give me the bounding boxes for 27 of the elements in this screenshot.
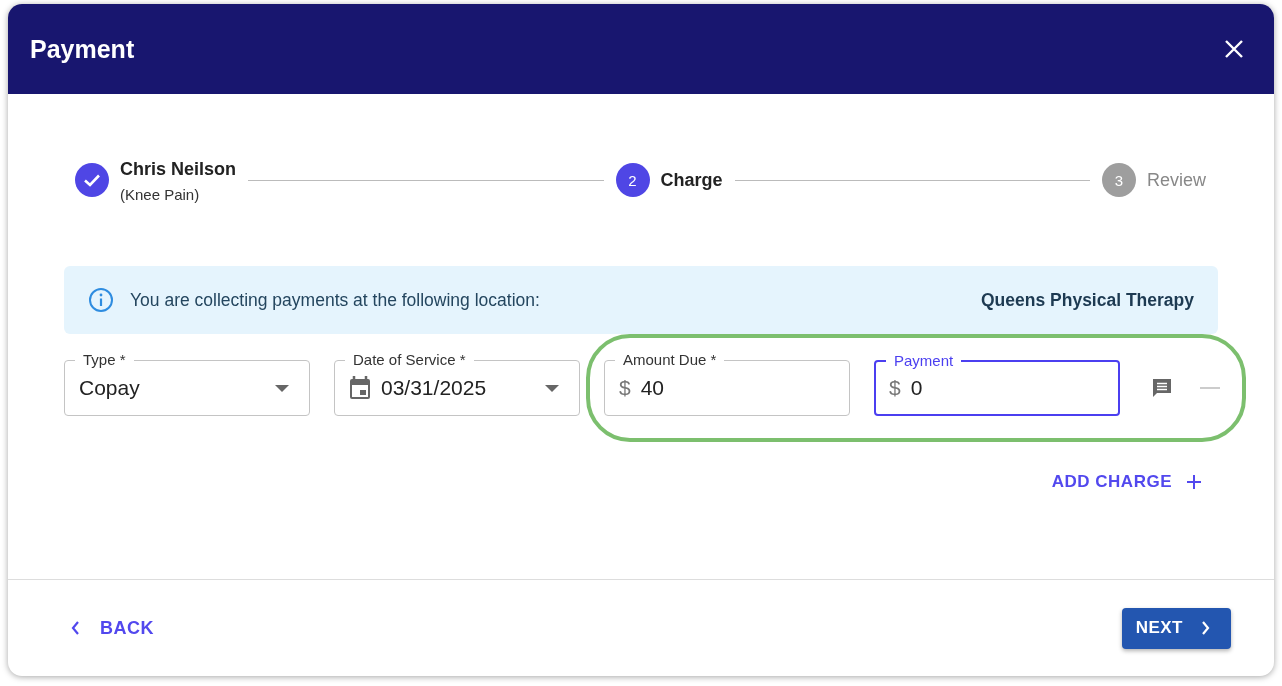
step-number: 3 [1102, 163, 1136, 197]
field-value: Copay [79, 376, 141, 400]
field-value: 03/31/2025 [381, 376, 488, 400]
step-number: 2 [615, 163, 650, 197]
add-charge-button[interactable]: ADD CHARGE [1051, 472, 1202, 492]
location-name: Queens Physical Therapy [981, 289, 1194, 311]
plus-icon [1186, 474, 1202, 490]
currency-symbol: $ [889, 376, 901, 400]
back-button[interactable]: BACK [64, 616, 160, 640]
chevron-right-icon [1201, 621, 1211, 635]
step-label: Review [1147, 169, 1206, 191]
next-button[interactable]: NEXT [1121, 607, 1231, 649]
close-icon[interactable] [1224, 39, 1244, 59]
comment-icon[interactable] [1150, 376, 1174, 400]
step-sublabel: (Knee Pain) [120, 186, 201, 203]
currency-symbol: $ [619, 376, 631, 400]
info-message: You are collecting payments at the following location: [130, 289, 541, 311]
step-label: Chris Neilson [120, 159, 237, 180]
info-icon [88, 287, 114, 313]
caret-icon[interactable] [545, 384, 559, 392]
calendar-icon [349, 376, 371, 400]
dialog-title: Payment [30, 34, 135, 64]
caret-icon[interactable] [275, 384, 289, 392]
field-value: 40 [640, 376, 666, 400]
chevron-left-icon [70, 621, 80, 635]
step-label: Charge [660, 169, 723, 191]
field-value: 0 [910, 376, 924, 400]
